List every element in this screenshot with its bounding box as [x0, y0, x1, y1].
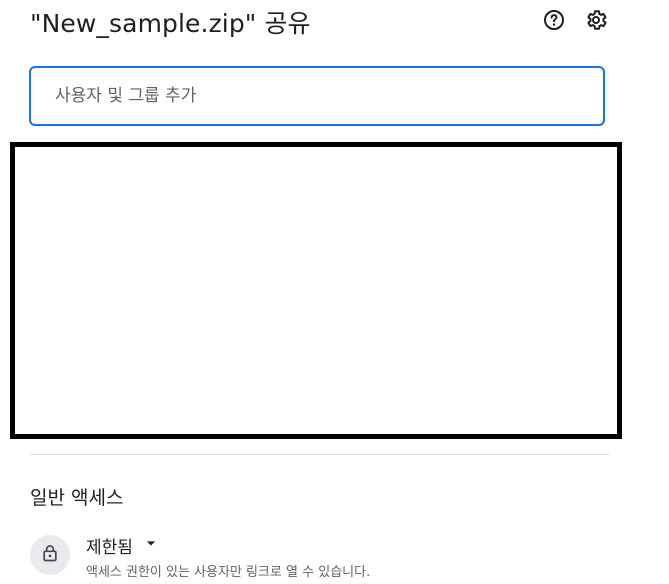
settings-button[interactable]: [582, 8, 610, 36]
divider: [30, 454, 609, 455]
header-actions: [540, 8, 610, 36]
access-avatar: [30, 535, 70, 575]
general-access-title: 일반 액세스: [30, 487, 124, 509]
access-level-dropdown[interactable]: 제한됨: [86, 533, 370, 558]
help-icon: [542, 8, 566, 36]
redacted-region: [10, 142, 622, 439]
add-people-field[interactable]: [29, 66, 605, 126]
gear-icon: [584, 8, 608, 36]
dialog-title: "New_sample.zip" 공유: [30, 9, 311, 38]
caret-down-icon: [141, 533, 161, 557]
access-text: 제한됨 액세스 권한이 있는 사용자만 링크로 열 수 있습니다.: [86, 533, 371, 581]
lock-icon: [40, 543, 60, 567]
access-level-label: 제한됨: [86, 537, 133, 558]
access-description: 액세스 권한이 있는 사용자만 링크로 열 수 있습니다.: [86, 565, 371, 580]
add-people-input[interactable]: [53, 85, 577, 107]
help-button[interactable]: [540, 8, 568, 36]
general-access-row: 제한됨 액세스 권한이 있는 사용자만 링크로 열 수 있습니다.: [30, 533, 370, 580]
